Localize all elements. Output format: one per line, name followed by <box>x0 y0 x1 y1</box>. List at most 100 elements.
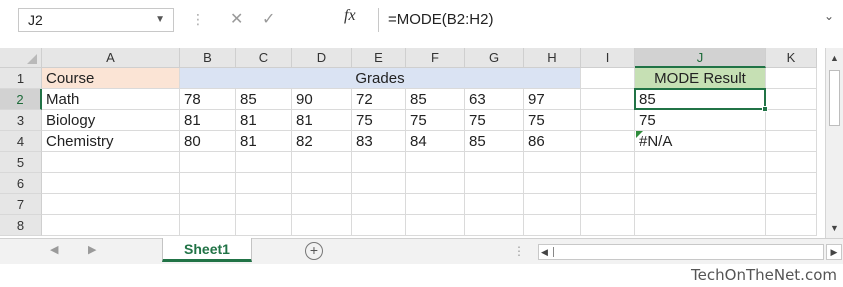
cell-i1[interactable] <box>581 68 635 89</box>
cell-b8[interactable] <box>180 215 236 236</box>
cell-j3[interactable]: 75 <box>635 110 766 131</box>
cell-c5[interactable] <box>236 152 292 173</box>
grades-merged-header[interactable]: Grades <box>180 68 581 89</box>
cell-c4[interactable]: 81 <box>236 131 292 152</box>
cell-e5[interactable] <box>352 152 406 173</box>
cell-a6[interactable] <box>42 173 180 194</box>
column-header-e[interactable]: E <box>352 48 406 68</box>
cell-k8[interactable] <box>766 215 817 236</box>
cell-k6[interactable] <box>766 173 817 194</box>
cell-j6[interactable] <box>635 173 766 194</box>
cell-d8[interactable] <box>292 215 352 236</box>
cell-h5[interactable] <box>524 152 581 173</box>
cell-a4[interactable]: Chemistry <box>42 131 180 152</box>
fill-handle[interactable] <box>762 106 768 112</box>
cell-g7[interactable] <box>465 194 524 215</box>
cell-k3[interactable] <box>766 110 817 131</box>
cell-f2[interactable]: 85 <box>406 89 465 110</box>
row-header-2[interactable]: 2 <box>0 89 42 110</box>
cell-b6[interactable] <box>180 173 236 194</box>
next-sheet-icon[interactable]: ▶ <box>88 243 96 256</box>
cancel-icon[interactable]: ✕ <box>230 9 243 29</box>
cell-h8[interactable] <box>524 215 581 236</box>
row-header-6[interactable]: 6 <box>0 173 42 194</box>
select-all-corner[interactable] <box>0 48 42 68</box>
horizontal-scroll-thumb[interactable] <box>553 247 554 257</box>
cell-i7[interactable] <box>581 194 635 215</box>
cell-k1[interactable] <box>766 68 817 89</box>
cell-e2[interactable]: 72 <box>352 89 406 110</box>
cell-d5[interactable] <box>292 152 352 173</box>
enter-icon[interactable]: ✓ <box>262 9 275 29</box>
row-header-3[interactable]: 3 <box>0 110 42 131</box>
scroll-up-icon[interactable]: ▲ <box>826 50 843 66</box>
row-header-4[interactable]: 4 <box>0 131 42 152</box>
column-header-f[interactable]: F <box>406 48 465 68</box>
cell-g3[interactable]: 75 <box>465 110 524 131</box>
column-header-a[interactable]: A <box>42 48 180 68</box>
scroll-right-icon[interactable]: ▶ <box>826 244 842 260</box>
cell-a3[interactable]: Biology <box>42 110 180 131</box>
cell-b4[interactable]: 80 <box>180 131 236 152</box>
column-header-j[interactable]: J <box>635 48 766 68</box>
cell-j4[interactable]: #N/A <box>635 131 766 152</box>
cell-h7[interactable] <box>524 194 581 215</box>
vertical-scroll-thumb[interactable] <box>829 70 840 126</box>
cell-k7[interactable] <box>766 194 817 215</box>
cell-j8[interactable] <box>635 215 766 236</box>
cell-d7[interactable] <box>292 194 352 215</box>
cell-i5[interactable] <box>581 152 635 173</box>
cell-k5[interactable] <box>766 152 817 173</box>
cell-b5[interactable] <box>180 152 236 173</box>
cell-e4[interactable]: 83 <box>352 131 406 152</box>
cell-a5[interactable] <box>42 152 180 173</box>
cell-d6[interactable] <box>292 173 352 194</box>
cell-d4[interactable]: 82 <box>292 131 352 152</box>
row-header-8[interactable]: 8 <box>0 215 42 236</box>
cell-c6[interactable] <box>236 173 292 194</box>
cell-c7[interactable] <box>236 194 292 215</box>
cell-g2[interactable]: 63 <box>465 89 524 110</box>
column-header-b[interactable]: B <box>180 48 236 68</box>
cell-j5[interactable] <box>635 152 766 173</box>
cell-i3[interactable] <box>581 110 635 131</box>
cell-e7[interactable] <box>352 194 406 215</box>
cell-a8[interactable] <box>42 215 180 236</box>
column-header-i[interactable]: I <box>581 48 635 68</box>
cell-b7[interactable] <box>180 194 236 215</box>
sheet-tab-sheet1[interactable]: Sheet1 <box>162 238 252 262</box>
cell-k4[interactable] <box>766 131 817 152</box>
tab-split-grip[interactable]: ⋮ <box>513 244 525 258</box>
cell-a7[interactable] <box>42 194 180 215</box>
cell-f6[interactable] <box>406 173 465 194</box>
cell-h2[interactable]: 97 <box>524 89 581 110</box>
cell-a2[interactable]: Math <box>42 89 180 110</box>
cell-h6[interactable] <box>524 173 581 194</box>
cell-i4[interactable] <box>581 131 635 152</box>
cell-g4[interactable]: 85 <box>465 131 524 152</box>
horizontal-scrollbar[interactable]: ◀ <box>538 244 824 260</box>
column-header-d[interactable]: D <box>292 48 352 68</box>
cell-c8[interactable] <box>236 215 292 236</box>
chevron-down-icon[interactable]: ▼ <box>155 9 165 31</box>
row-header-7[interactable]: 7 <box>0 194 42 215</box>
cell-j1[interactable]: MODE Result <box>635 68 766 89</box>
cell-i8[interactable] <box>581 215 635 236</box>
formula-input[interactable]: =MODE(B2:H2) <box>388 8 493 32</box>
cell-f7[interactable] <box>406 194 465 215</box>
cell-f3[interactable]: 75 <box>406 110 465 131</box>
cell-h4[interactable]: 86 <box>524 131 581 152</box>
select-all-icon[interactable] <box>27 54 37 64</box>
cell-g8[interactable] <box>465 215 524 236</box>
cell-k2[interactable] <box>766 89 817 110</box>
cell-c3[interactable]: 81 <box>236 110 292 131</box>
cell-h3[interactable]: 75 <box>524 110 581 131</box>
cell-d3[interactable]: 81 <box>292 110 352 131</box>
column-header-h[interactable]: H <box>524 48 581 68</box>
column-header-c[interactable]: C <box>236 48 292 68</box>
row-header-5[interactable]: 5 <box>0 152 42 173</box>
add-sheet-icon[interactable]: + <box>305 242 323 260</box>
scroll-down-icon[interactable]: ▼ <box>826 220 843 236</box>
error-indicator-icon[interactable] <box>636 131 643 138</box>
scroll-left-icon[interactable]: ◀ <box>541 245 548 259</box>
